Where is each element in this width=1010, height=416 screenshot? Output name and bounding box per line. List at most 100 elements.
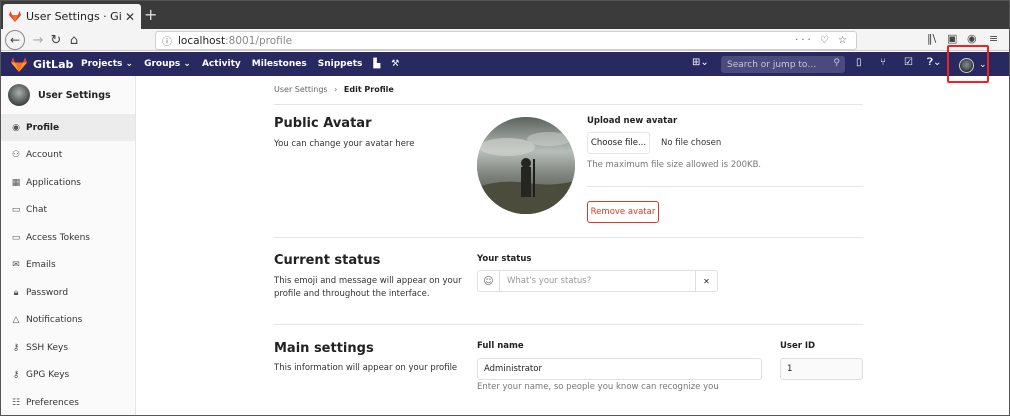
sidebar-item-chat[interactable]: ▭ Chat bbox=[1, 196, 135, 223]
sidebar-item-emails[interactable]: ✉ Emails bbox=[1, 251, 135, 278]
user-id-label: User ID bbox=[780, 341, 816, 351]
gitlab-favicon-icon bbox=[9, 11, 21, 22]
menu-icon[interactable]: ≡ bbox=[989, 32, 998, 45]
sidebar-item-label: SSH Keys bbox=[26, 342, 69, 353]
envelope-icon: ✉ bbox=[12, 259, 20, 270]
forward-button[interactable]: → bbox=[31, 31, 45, 49]
gitlab-logo[interactable]: GitLab bbox=[11, 57, 73, 72]
menu-snippets[interactable]: Snippets bbox=[318, 59, 363, 69]
sidebar-item-label: Preferences bbox=[26, 397, 79, 408]
divider bbox=[274, 324, 863, 325]
status-section-description: This emoji and message will appear on yo… bbox=[274, 276, 462, 299]
tab-close-icon[interactable]: ✕ bbox=[125, 10, 135, 24]
url-tools[interactable]: ··· ♡ ☆ bbox=[795, 35, 850, 46]
divider bbox=[274, 104, 863, 105]
status-section-title: Current status bbox=[274, 253, 381, 268]
browser-window: User Settings · GitLab ✕ + ← → ↻ ⌂ ⓘ loc… bbox=[0, 0, 1010, 416]
avatar-section-description: You can change your avatar here bbox=[274, 139, 415, 149]
issues-icon[interactable]: ▯ bbox=[856, 57, 862, 68]
sidebar-item-access-tokens[interactable]: ▭ Access Tokens bbox=[1, 224, 135, 251]
sidebar-item-label: Profile bbox=[26, 122, 60, 133]
bell-icon: △ bbox=[12, 314, 20, 325]
menu-projects[interactable]: Projects ⌄ bbox=[81, 59, 133, 69]
key-icon: ⚷ bbox=[12, 369, 20, 380]
url-path: :8001/profile bbox=[225, 34, 293, 47]
tab-title: User Settings · GitLab bbox=[26, 10, 121, 23]
sidebar-item-gpg-keys[interactable]: ⚷ GPG Keys bbox=[1, 361, 135, 388]
help-icon[interactable]: ❓︎⌄ bbox=[927, 57, 941, 68]
new-item-icon[interactable]: ⊞⌄ bbox=[692, 57, 709, 68]
status-field: ☺ What's your status? ✕ bbox=[477, 270, 718, 292]
file-status-text: No file chosen bbox=[661, 138, 722, 148]
home-icon[interactable]: ⌂ bbox=[67, 31, 81, 49]
avatar-section-title: Public Avatar bbox=[274, 116, 372, 131]
divider bbox=[274, 237, 863, 238]
file-size-note: The maximum file size allowed is 200KB. bbox=[587, 160, 762, 170]
merge-requests-icon[interactable]: ⑂ bbox=[880, 57, 886, 68]
breadcrumb-separator: › bbox=[334, 85, 338, 94]
back-button[interactable]: ← bbox=[5, 30, 25, 50]
sidebar-item-label: Emails bbox=[26, 259, 56, 270]
upload-avatar-label: Upload new avatar bbox=[587, 116, 678, 126]
emoji-icon[interactable]: ☺ bbox=[478, 271, 500, 291]
applications-grid-icon: ▦ bbox=[11, 177, 21, 188]
sidebar-item-password[interactable]: 🔒︎ Password bbox=[1, 279, 135, 306]
url-bar[interactable]: ⓘ localhost :8001/profile ··· ♡ ☆ bbox=[155, 31, 857, 50]
sidebar-item-label: Account bbox=[26, 149, 63, 160]
menu-milestones[interactable]: Milestones bbox=[252, 59, 307, 69]
gitlab-header: GitLab Projects ⌄ Groups ⌄ Activity Mile… bbox=[1, 52, 1009, 76]
sidebar-item-account[interactable]: ⚇ Account bbox=[1, 141, 135, 168]
menu-groups[interactable]: Groups ⌄ bbox=[144, 59, 191, 69]
browser-tab[interactable]: User Settings · GitLab ✕ bbox=[3, 4, 141, 29]
user-id-field[interactable]: 1 bbox=[780, 358, 863, 380]
divider bbox=[587, 186, 863, 187]
user-menu-button[interactable]: ⌄ bbox=[947, 45, 989, 83]
sidebar-header[interactable]: User Settings bbox=[1, 76, 135, 114]
search-placeholder: Search or jump to… bbox=[727, 59, 817, 70]
reload-button[interactable]: ↻ bbox=[49, 31, 63, 49]
info-icon[interactable]: ⓘ bbox=[162, 33, 172, 48]
remove-avatar-button[interactable]: Remove avatar bbox=[587, 201, 659, 223]
new-tab-button[interactable]: + bbox=[144, 7, 157, 23]
wrench-icon[interactable]: ⚒ bbox=[391, 59, 399, 69]
full-name-label: Full name bbox=[477, 341, 524, 351]
your-status-label: Your status bbox=[477, 254, 532, 264]
breadcrumb: User Settings › Edit Profile bbox=[274, 85, 394, 94]
settings-sidebar: User Settings ◉ Profile ⚇ Account ▦ Applica… bbox=[1, 76, 136, 415]
sidebar-item-profile[interactable]: ◉ Profile bbox=[1, 114, 135, 141]
sidebar-item-label: Notifications bbox=[26, 314, 83, 325]
user-circle-icon: ◉ bbox=[12, 122, 20, 133]
sidebar-item-label: Applications bbox=[26, 177, 81, 188]
search-input[interactable]: Search or jump to… ⚲ bbox=[721, 56, 845, 73]
sidebar-item-preferences[interactable]: ☷ Preferences bbox=[1, 389, 135, 415]
gitlab-tanuki-icon bbox=[11, 57, 27, 72]
profile-avatar-image bbox=[477, 117, 575, 214]
sidebar-item-label: Access Tokens bbox=[26, 232, 90, 243]
chat-icon: ▭ bbox=[11, 204, 21, 215]
full-name-field[interactable]: Administrator bbox=[477, 358, 762, 380]
account-icon: ⚇ bbox=[11, 149, 21, 160]
account-sync-icon[interactable]: ◉ bbox=[967, 32, 977, 45]
chevron-down-icon: ⌄ bbox=[979, 60, 987, 70]
choose-file-button[interactable]: Choose file... bbox=[587, 132, 650, 154]
chart-icon[interactable]: ▙ bbox=[373, 59, 380, 69]
sidebar-item-label: Password bbox=[26, 287, 69, 298]
url-host: localhost bbox=[178, 34, 226, 47]
avatar bbox=[8, 84, 30, 106]
key-icon: ⚷ bbox=[12, 342, 20, 353]
sidebar-toggle-icon[interactable]: ▣ bbox=[947, 32, 957, 45]
sidebar-item-applications[interactable]: ▦ Applications bbox=[1, 169, 135, 196]
sidebar-item-notifications[interactable]: △ Notifications bbox=[1, 306, 135, 333]
token-icon: ▭ bbox=[11, 232, 21, 243]
library-icon[interactable]: ‖\ bbox=[927, 32, 936, 45]
sliders-icon: ☷ bbox=[11, 397, 21, 408]
menu-activity[interactable]: Activity bbox=[202, 59, 241, 69]
top-menu: Projects ⌄ Groups ⌄ Activity Milestones … bbox=[81, 52, 399, 76]
breadcrumb-parent[interactable]: User Settings bbox=[274, 85, 328, 94]
full-name-help: Enter your name, so people you know can … bbox=[477, 382, 719, 392]
clear-status-icon[interactable]: ✕ bbox=[695, 271, 717, 291]
main-settings-title: Main settings bbox=[274, 341, 374, 356]
sidebar-item-ssh-keys[interactable]: ⚷ SSH Keys bbox=[1, 334, 135, 361]
todos-icon[interactable]: ☑ bbox=[904, 57, 913, 68]
status-input[interactable]: What's your status? bbox=[500, 271, 695, 291]
